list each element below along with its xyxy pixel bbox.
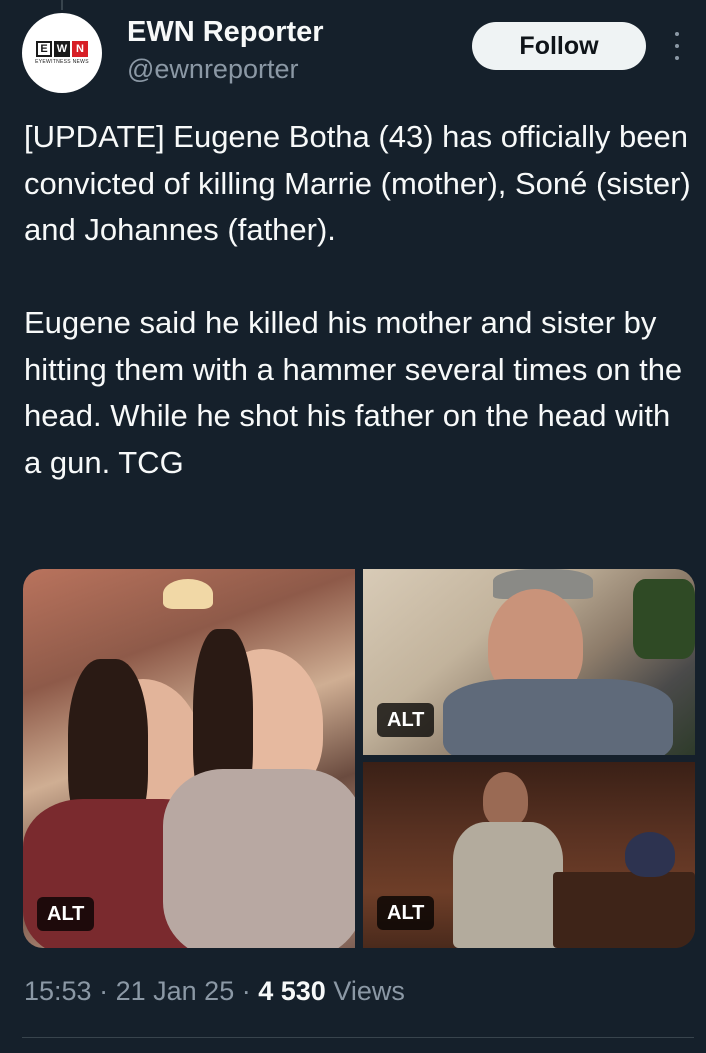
lamp-shape xyxy=(163,579,213,609)
accused-face xyxy=(483,772,528,827)
logo-letter-e: E xyxy=(36,41,52,57)
alt-badge[interactable]: ALT xyxy=(37,897,95,931)
logo-letter-n: N xyxy=(72,41,88,57)
alt-badge[interactable]: ALT xyxy=(377,703,435,737)
family-photo[interactable]: ALT xyxy=(23,569,355,948)
more-vertical-icon[interactable] xyxy=(670,32,684,60)
officer-figure xyxy=(625,832,675,877)
author-handle[interactable]: @ewnreporter xyxy=(127,54,298,85)
alt-badge[interactable]: ALT xyxy=(377,896,435,930)
meta-separator: · xyxy=(99,976,109,1006)
tweet-text: [UPDATE] Eugene Botha (43) has officiall… xyxy=(24,119,691,480)
views-label: Views xyxy=(333,976,405,1006)
patterned-top xyxy=(163,769,355,948)
ewn-logo: E W N xyxy=(36,41,88,57)
avatar[interactable]: E W N EYEWITNESS NEWS xyxy=(22,13,102,93)
logo-tagline: EYEWITNESS NEWS xyxy=(35,59,89,65)
tweet-date[interactable]: 21 Jan 25 xyxy=(116,976,235,1006)
thread-connector-line xyxy=(61,0,63,10)
father-photo[interactable]: ALT xyxy=(363,569,695,755)
meta-separator: · xyxy=(241,976,251,1006)
courtroom-photo[interactable]: ALT xyxy=(363,762,695,948)
more-dot xyxy=(675,32,679,36)
tweet-time[interactable]: 15:53 xyxy=(24,976,92,1006)
more-dot xyxy=(675,56,679,60)
follow-button[interactable]: Follow xyxy=(472,22,646,70)
views-count[interactable]: 4 530 xyxy=(258,976,326,1006)
court-bench xyxy=(553,872,695,948)
media-grid: ALT ALT ALT xyxy=(23,569,695,948)
more-dot xyxy=(675,44,679,48)
author-display-name[interactable]: EWN Reporter xyxy=(127,16,324,49)
plants-shape xyxy=(633,579,695,659)
divider xyxy=(22,1037,694,1038)
plaid-shirt xyxy=(443,679,673,755)
accused-vest xyxy=(453,822,563,948)
logo-letter-w: W xyxy=(54,41,70,57)
tweet-meta: 15:53 · 21 Jan 25 · 4 530 Views xyxy=(24,976,405,1007)
